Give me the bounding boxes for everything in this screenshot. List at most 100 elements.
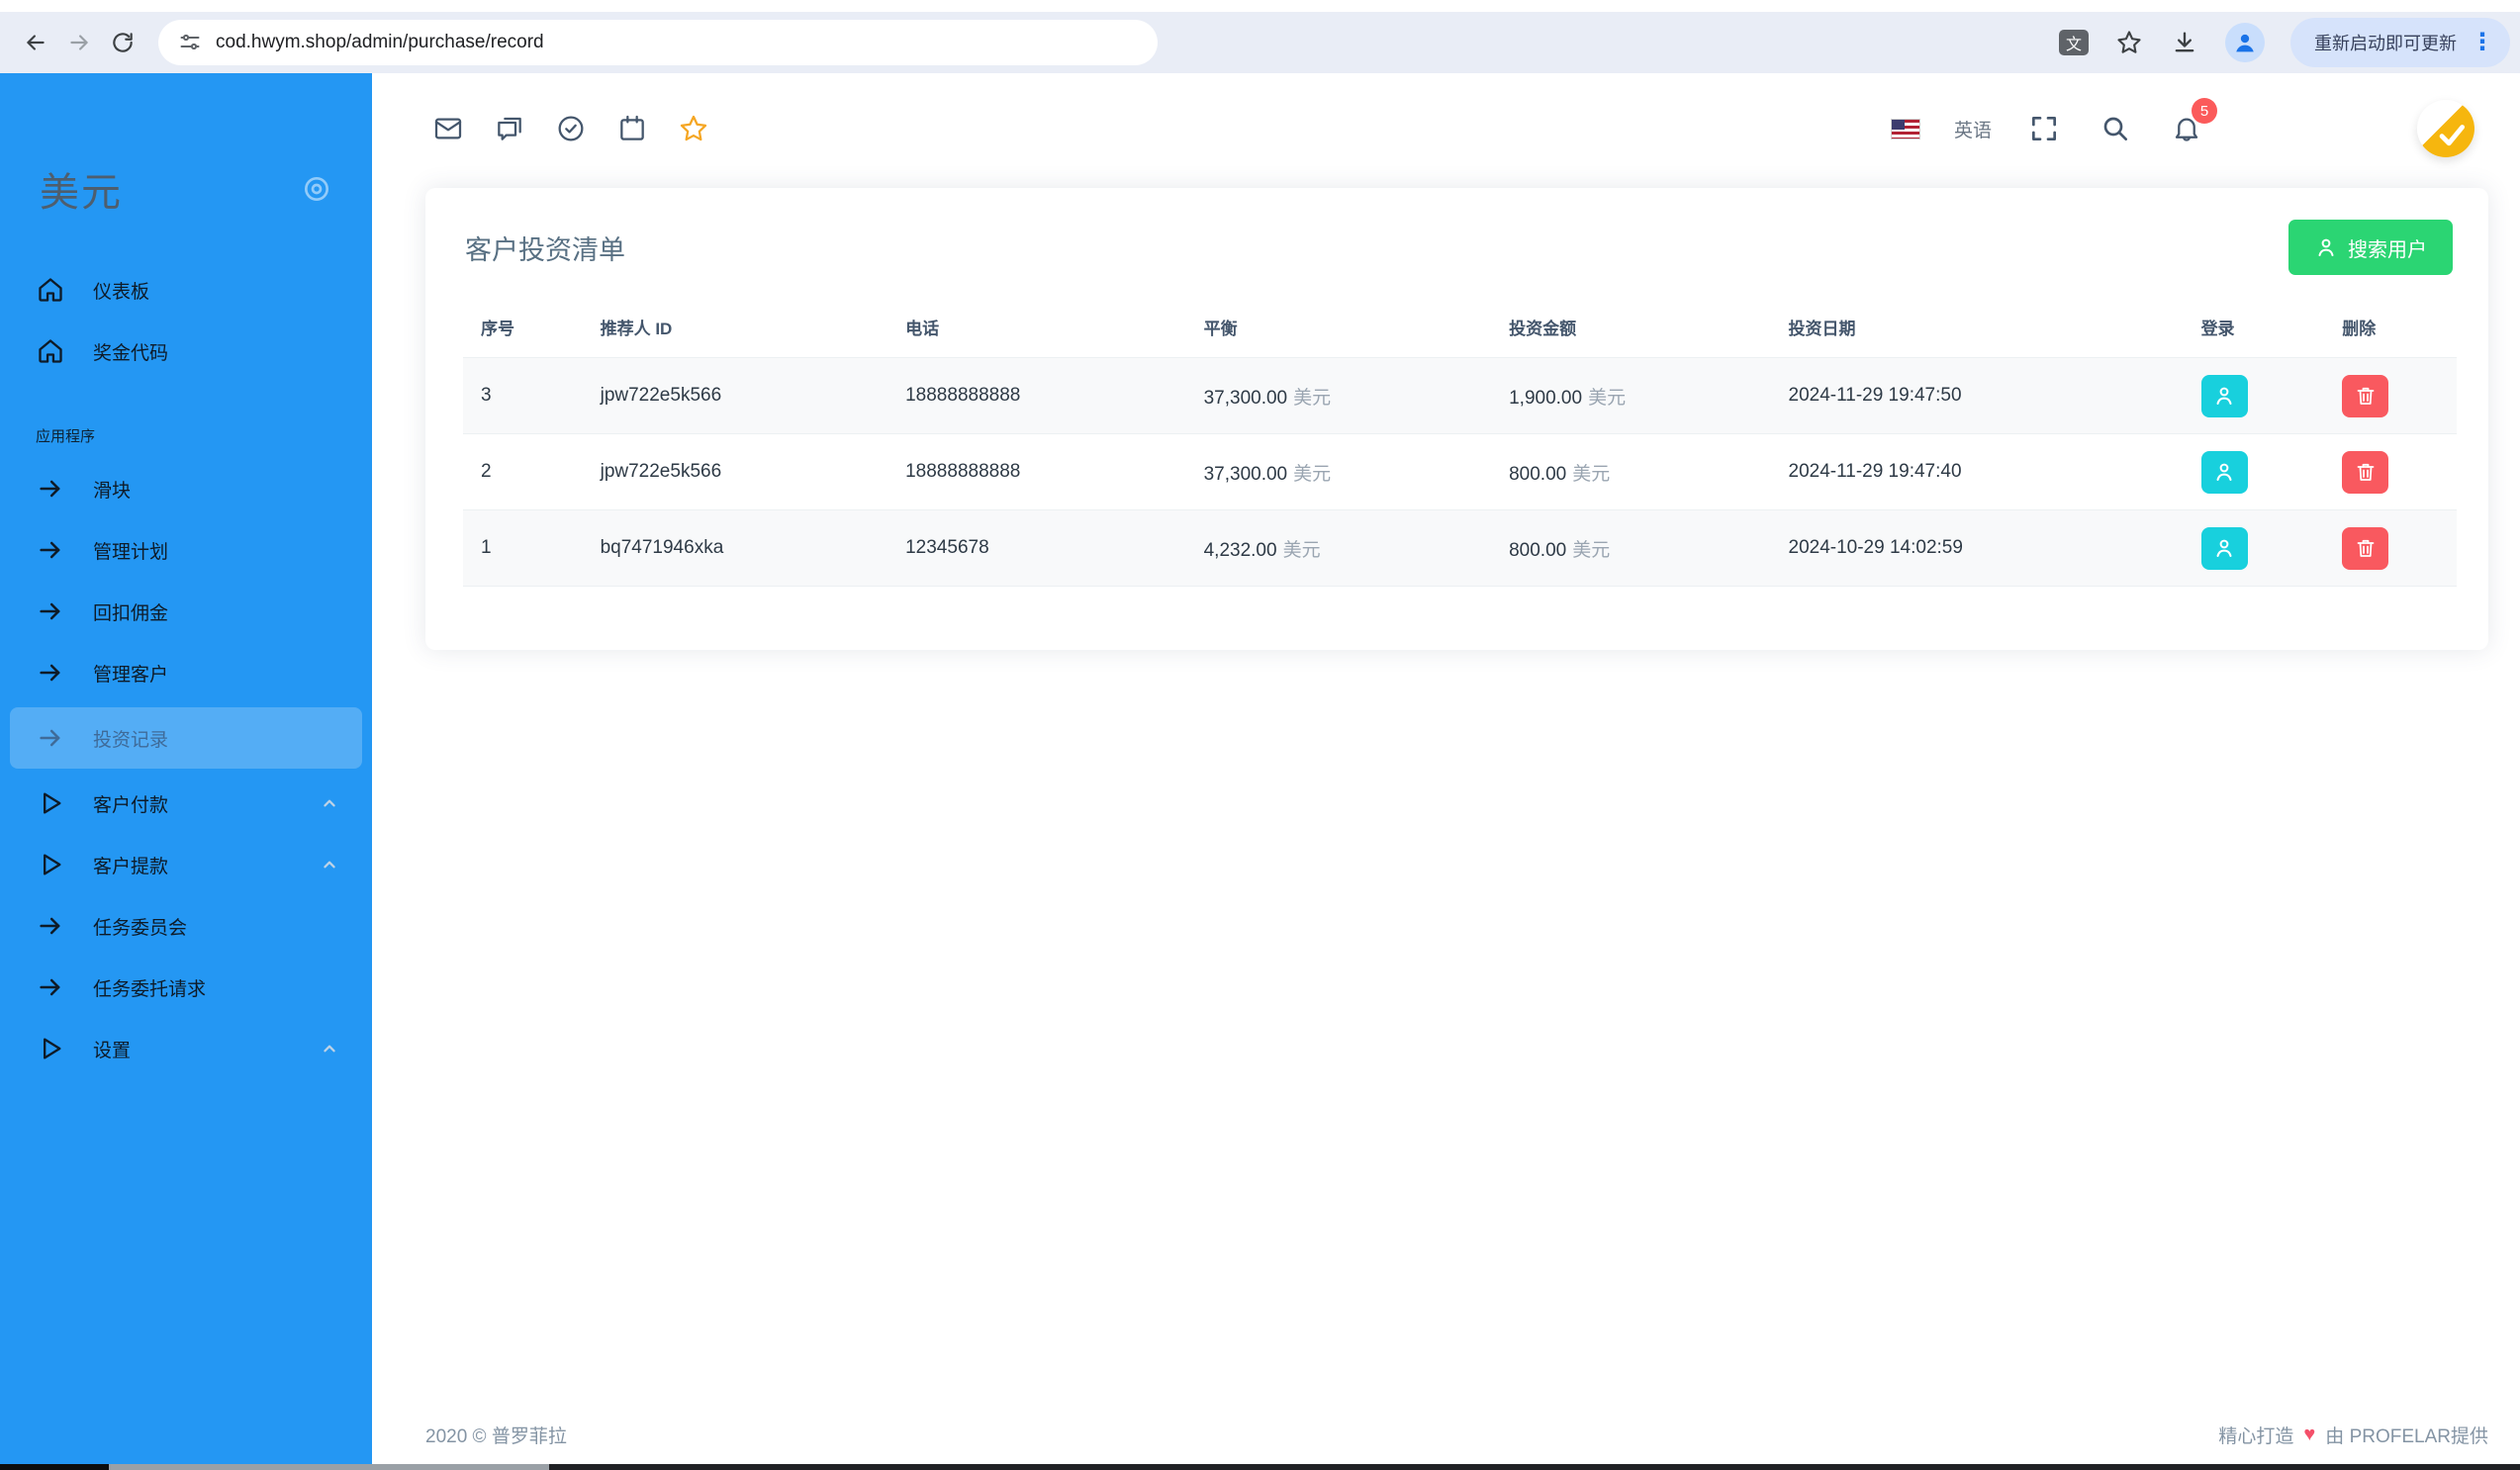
site-info-icon[interactable]	[178, 31, 202, 54]
sidebar-item-label: 客户付款	[93, 794, 169, 816]
us-flag-icon[interactable]	[1890, 118, 1920, 139]
sidebar-item-settings[interactable]: 设置	[0, 1018, 372, 1079]
footer: 2020 © 普罗菲拉 精心打造 ♥ 由 PROFELAR提供	[425, 1422, 2488, 1448]
refresh-button[interactable]	[101, 21, 144, 64]
sidebar-toggle-icon[interactable]	[301, 173, 332, 205]
amount-value: 800.00	[1509, 539, 1567, 561]
star-icon	[2117, 31, 2141, 53]
cell-phone: 18888888888	[905, 461, 1021, 482]
app-shell: 美元 仪表板 奖金代码 应用程序 滑块 管理计划 回扣佣金 管理客户 投资记录 …	[0, 73, 2520, 1464]
search-user-label: 搜索用户	[2348, 238, 2427, 261]
cell-referrer: jpw722e5k566	[600, 461, 722, 482]
cell-date: 2024-11-29 19:47:40	[1788, 461, 1962, 482]
chevron-up-icon	[324, 1045, 335, 1053]
sidebar-item-rebate-commission[interactable]: 回扣佣金	[0, 581, 372, 642]
cell-amount: 800.00 美元	[1491, 434, 1770, 510]
cell-phone: 12345678	[887, 509, 1186, 587]
sidebar-section-label: 应用程序	[36, 428, 96, 445]
balance-value: 37,300.00	[1203, 387, 1288, 409]
mail-icon[interactable]	[429, 110, 467, 147]
browser-toolbar: cod.hwym.shop/admin/purchase/record 文 重新…	[0, 0, 2520, 73]
favorite-star-icon[interactable]	[675, 110, 712, 147]
sidebar-item-label: 管理客户	[93, 664, 169, 686]
sidebar-item-label: 滑块	[93, 480, 132, 502]
app-logo[interactable]: 美元	[40, 160, 123, 218]
downloads-button[interactable]	[2170, 28, 2199, 57]
delete-record-button[interactable]	[2342, 374, 2389, 417]
sidebar-item-slider[interactable]: 滑块	[0, 458, 372, 519]
fullscreen-icon[interactable]	[2025, 110, 2063, 147]
chrome-actions: 文 重新启动即可更新 ⋮	[2059, 18, 2510, 67]
cell-referrer: bq7471946xka	[582, 509, 888, 587]
translate-icon[interactable]: 文	[2059, 30, 2089, 55]
notifications-button[interactable]: 5	[2168, 98, 2217, 147]
col-header-delete: 删除	[2342, 320, 2377, 338]
bookmark-star-button[interactable]	[2114, 28, 2144, 57]
cell-balance: 37,300.00 美元	[1185, 357, 1492, 434]
sidebar-item-label: 任务委员会	[93, 917, 188, 939]
login-as-user-button[interactable]	[2200, 526, 2248, 570]
sidebar-item-customer-payments[interactable]: 客户付款	[0, 773, 372, 834]
cell-date: 2024-11-29 19:47:50	[1770, 357, 2184, 434]
horizontal-scrollbar-thumb[interactable]	[109, 1464, 549, 1470]
check-icon	[2439, 125, 2466, 146]
sidebar-item-task-committee[interactable]: 任务委员会	[0, 895, 372, 957]
back-button[interactable]	[14, 21, 57, 64]
sidebar-item-dashboard[interactable]: 仪表板	[0, 259, 372, 321]
sidebar-item-label: 仪表板	[93, 281, 150, 303]
bottom-edge-segment	[0, 1464, 109, 1470]
login-as-user-button[interactable]	[2200, 374, 2248, 417]
back-icon	[27, 35, 45, 50]
sidebar-item-customer-withdrawals[interactable]: 客户提款	[0, 834, 372, 895]
search-user-button[interactable]: 搜索用户	[2288, 220, 2453, 275]
play-triangle-icon	[36, 788, 65, 818]
person-icon	[2216, 463, 2232, 481]
play-triangle-icon	[36, 850, 65, 879]
notification-badge: 5	[2192, 98, 2217, 124]
sidebar-item-label: 投资记录	[93, 729, 169, 751]
col-header-no: 序号	[481, 320, 514, 338]
search-icon[interactable]	[2097, 110, 2134, 147]
delete-record-button[interactable]	[2342, 450, 2389, 494]
sidebar-item-label: 管理计划	[93, 541, 169, 563]
sidebar-item-task-delegation-requests[interactable]: 任务委托请求	[0, 957, 372, 1018]
cell-balance: 4,232.00 美元	[1185, 509, 1492, 587]
investment-table: 序号 推荐人 ID 电话 平衡 投资金额 投资日期 登录 删除 3 jpw722…	[463, 301, 2457, 587]
delete-record-button[interactable]	[2342, 526, 2389, 570]
sidebar-item-manage-plans[interactable]: 管理计划	[0, 519, 372, 581]
arrow-right-icon	[36, 972, 65, 1002]
cell-date: 2024-10-29 14:02:59	[1770, 509, 2184, 587]
login-as-user-button[interactable]	[2200, 450, 2248, 494]
chat-icon[interactable]	[491, 110, 528, 147]
language-selector[interactable]: 英语	[1954, 116, 1992, 142]
sidebar-logo-row: 美元	[0, 73, 372, 218]
check-circle-icon[interactable]	[552, 110, 590, 147]
relaunch-update-label: 重新启动即可更新	[2314, 34, 2457, 53]
profile-icon	[2236, 34, 2254, 52]
balance-value: 4,232.00	[1203, 539, 1277, 561]
url-bar[interactable]: cod.hwym.shop/admin/purchase/record	[158, 20, 1158, 65]
credits-prefix: 精心打造	[2218, 1426, 2294, 1447]
calendar-icon[interactable]	[613, 110, 651, 147]
url-text[interactable]: cod.hwym.shop/admin/purchase/record	[216, 32, 544, 53]
arrow-right-icon	[36, 474, 65, 504]
browser-menu-icon[interactable]: ⋮	[2471, 31, 2494, 54]
forward-button[interactable]	[57, 21, 101, 64]
person-icon	[2216, 539, 2232, 557]
amount-value: 800.00	[1509, 463, 1567, 485]
user-avatar[interactable]	[2417, 100, 2474, 157]
relaunch-update-button[interactable]: 重新启动即可更新 ⋮	[2290, 18, 2510, 67]
currency-label: 美元	[1293, 387, 1332, 409]
topbar: 英语 5	[372, 73, 2520, 184]
table-row: 1 bq7471946xka 12345678 4,232.00 美元 800.0…	[463, 509, 2457, 587]
col-header-amount: 投资金额	[1509, 320, 1577, 338]
sidebar-item-bonus-code[interactable]: 奖金代码	[0, 321, 372, 382]
sidebar-item-investment-record[interactable]: 投资记录	[10, 707, 362, 769]
col-header-balance: 平衡	[1203, 320, 1238, 338]
sidebar-item-label: 回扣佣金	[93, 602, 169, 624]
currency-label: 美元	[1282, 539, 1321, 561]
browser-profile-button[interactable]	[2225, 23, 2265, 62]
sidebar-item-manage-customers[interactable]: 管理客户	[0, 642, 372, 703]
currency-label: 美元	[1293, 463, 1332, 485]
col-header-date: 投资日期	[1788, 320, 1856, 338]
